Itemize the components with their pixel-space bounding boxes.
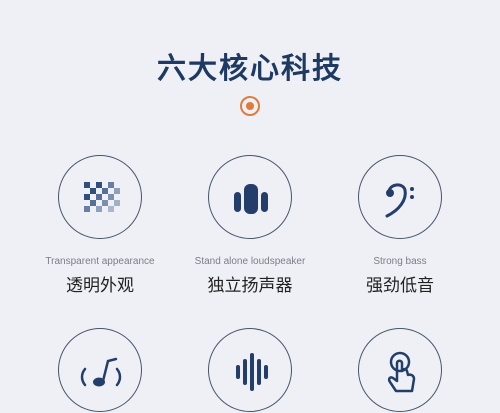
sound-wave-icon — [236, 353, 268, 391]
checker-pattern-icon — [84, 182, 120, 212]
feature-music-note — [20, 323, 180, 413]
feature-icon-circle — [58, 328, 142, 412]
feature-chinese-label: 独立扬声器 — [207, 276, 293, 296]
page-title: 六大核心科技 — [156, 51, 343, 85]
feature-transparent-appearance: Transparent appearance 透明外观 — [20, 150, 180, 310]
music-note-waves-icon — [80, 357, 122, 387]
feature-icon-circle — [208, 155, 292, 239]
feature-english-label: Transparent appearance — [45, 256, 155, 267]
feature-english-label: Strong bass — [373, 256, 427, 267]
touch-control-icon — [387, 351, 416, 393]
feature-stand-alone-loudspeaker: Stand alone loudspeaker 独立扬声器 — [170, 150, 330, 310]
feature-icon-circle — [358, 328, 442, 412]
feature-icon-circle — [208, 328, 292, 412]
feature-sound-wave — [170, 323, 330, 413]
speaker-icon — [234, 184, 268, 214]
feature-chinese-label: 强劲低音 — [366, 276, 434, 296]
bass-clef-icon — [385, 183, 414, 218]
feature-icon-circle — [358, 155, 442, 239]
feature-touch-control — [320, 323, 480, 413]
feature-chinese-label: 透明外观 — [66, 276, 134, 296]
feature-icon-circle — [58, 155, 142, 239]
feature-strong-bass: Strong bass 强劲低音 — [320, 150, 480, 310]
target-icon — [240, 96, 260, 116]
feature-english-label: Stand alone loudspeaker — [194, 256, 306, 267]
